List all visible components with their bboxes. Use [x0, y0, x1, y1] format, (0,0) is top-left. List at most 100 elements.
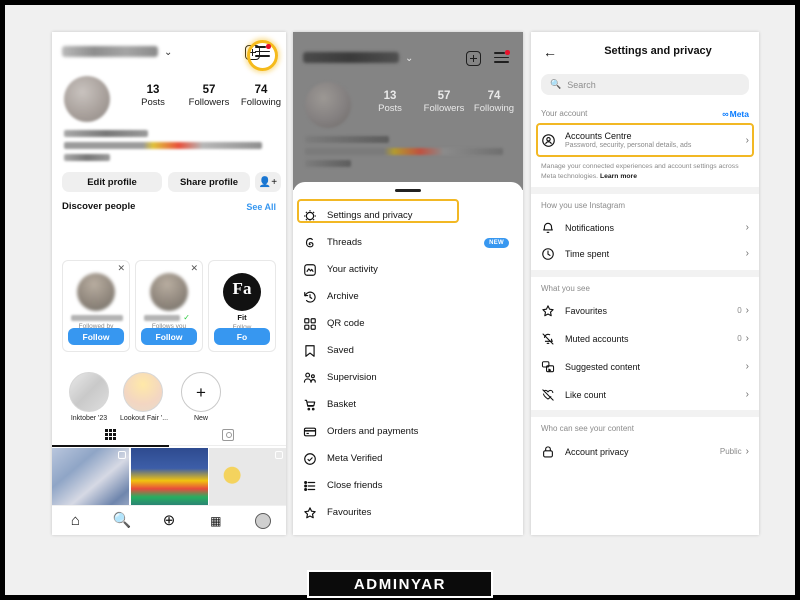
menu-item-label: Orders and payments [327, 426, 419, 437]
settings-row-value: Public [719, 447, 742, 456]
multi-photo-icon [275, 451, 283, 459]
nav-profile[interactable] [239, 512, 286, 529]
settings-row-accounts-centre[interactable]: Accounts Centre Password, security, pers… [531, 125, 759, 155]
search-icon: 🔍 [112, 512, 132, 529]
settings-row-like-count[interactable]: Like count › [531, 383, 759, 406]
settings-header: ← Settings and privacy [531, 32, 759, 72]
settings-row-sublabel: Password, security, personal details, ad… [565, 142, 692, 149]
settings-row-label: Like count [565, 389, 607, 400]
story-highlight-new[interactable]: + New [178, 372, 224, 422]
notification-dot [505, 50, 510, 55]
discover-card[interactable]: Fa Fit Follow Fo [208, 260, 276, 352]
hamburger-menu-icon[interactable] [255, 44, 271, 58]
menu-item-qr-code[interactable]: QR code [293, 310, 523, 337]
story-highlight[interactable]: Lookout Fair '... [120, 372, 168, 422]
profile-tabbar [52, 424, 286, 446]
menu-item-label: Close friends [327, 480, 383, 491]
hamburger-menu-icon[interactable] [494, 50, 510, 64]
close-icon[interactable]: ✕ [190, 263, 198, 274]
chevron-right-icon: › [745, 389, 749, 400]
menu-item-saved[interactable]: Saved [293, 337, 523, 364]
menu-item-label: Settings and privacy [327, 210, 413, 221]
story-highlight[interactable]: Inktober '23 [66, 372, 112, 422]
chevron-down-icon[interactable]: ⌄ [405, 54, 413, 64]
stat-posts[interactable]: 13 Posts [367, 90, 413, 114]
section-header-how-you-use-instagram: How you use Instagram [531, 197, 759, 214]
search-icon: 🔍 [550, 79, 562, 89]
profile-username-blurred [303, 52, 399, 63]
settings-row-label: Favourites [565, 305, 608, 316]
phone-screen-profile: ⌄ 13 Posts 57 Followers 74 Following Edi… [52, 32, 286, 535]
menu-item-favourites[interactable]: Favourites [293, 499, 523, 526]
edit-profile-button[interactable]: Edit profile [62, 172, 162, 192]
stat-followers-label: Followers [423, 103, 465, 114]
menu-item-settings-and-privacy[interactable]: Settings and privacy [293, 202, 523, 229]
learn-more-link[interactable]: Learn more [600, 173, 637, 180]
nav-home[interactable]: ⌂ [52, 513, 99, 528]
settings-row-notifications[interactable]: Notifications › [531, 216, 759, 239]
chevron-right-icon: › [745, 248, 749, 259]
discover-card[interactable]: ✕ ✓ Follows you Follow [135, 260, 203, 352]
stat-followers[interactable]: 57 Followers [421, 90, 467, 114]
suggested-content-icon [531, 360, 565, 374]
story-highlight-cover [123, 372, 163, 412]
star-icon [531, 304, 565, 318]
sheet-drag-handle[interactable] [395, 189, 421, 192]
chevron-down-icon[interactable]: ⌄ [164, 48, 172, 58]
home-icon: ⌂ [70, 512, 80, 529]
chevron-right-icon: › [745, 361, 749, 372]
settings-row-label: Accounts Centre [565, 131, 632, 141]
menu-item-label: Archive [327, 291, 359, 302]
stat-posts[interactable]: 13 Posts [130, 84, 176, 108]
bio-line-2 [64, 142, 262, 149]
settings-row-text: Accounts Centre Password, security, pers… [565, 131, 691, 149]
avatar[interactable] [64, 76, 110, 122]
avatar [254, 512, 271, 529]
muted-icon [531, 332, 565, 346]
nav-search[interactable]: 🔍 [99, 513, 146, 528]
menu-item-archive[interactable]: Archive [293, 283, 523, 310]
settings-row-suggested-content[interactable]: Suggested content › [531, 355, 759, 378]
settings-row-time-spent[interactable]: Time spent › [531, 242, 759, 265]
settings-row-muted-accounts[interactable]: Muted accounts 0 › [531, 327, 759, 350]
see-all-link[interactable]: See All [246, 202, 276, 212]
menu-item-close-friends[interactable]: Close friends [293, 472, 523, 499]
username-blurred [71, 315, 123, 321]
dimmed-profile-backdrop: ⌄ 13 Posts 57 Followers 74 Following [293, 32, 523, 190]
arrow-left-icon[interactable]: ← [543, 45, 557, 59]
settings-row-favourites[interactable]: Favourites 0 › [531, 299, 759, 322]
accounts-centre-icon [531, 133, 565, 148]
settings-row-label: Account privacy [565, 446, 629, 457]
menu-item-orders-and-payments[interactable]: Orders and payments [293, 418, 523, 445]
menu-item-your-activity[interactable]: Your activity [293, 256, 523, 283]
menu-item-threads[interactable]: Threads NEW [293, 229, 523, 256]
avatar[interactable] [305, 82, 351, 128]
menu-item-meta-verified[interactable]: Meta Verified [293, 445, 523, 472]
close-icon[interactable]: ✕ [117, 263, 125, 274]
share-profile-button[interactable]: Share profile [168, 172, 250, 192]
stat-posts-label: Posts [378, 103, 402, 114]
follow-button[interactable]: Fo [214, 328, 270, 345]
nav-reels[interactable]: ▦ [192, 515, 239, 527]
tab-grid[interactable] [52, 424, 169, 445]
nav-create[interactable]: ⊕ [146, 513, 193, 528]
screenshot-frame: ⌄ 13 Posts 57 Followers 74 Following Edi… [0, 0, 800, 600]
menu-item-supervision[interactable]: Supervision [293, 364, 523, 391]
menu-item-label: Favourites [327, 507, 372, 518]
follow-button[interactable]: Follow [68, 328, 124, 345]
section-divider [531, 410, 759, 417]
add-person-icon[interactable]: 👤+ [255, 172, 281, 192]
menu-item-basket[interactable]: Basket [293, 391, 523, 418]
tab-tagged[interactable] [169, 424, 286, 445]
stat-followers[interactable]: 57 Followers [186, 84, 232, 108]
chevron-right-icon: › [745, 305, 749, 316]
follow-button[interactable]: Follow [141, 328, 197, 345]
stat-following-label: Following [240, 97, 282, 108]
stat-following[interactable]: 74 Following [471, 90, 517, 114]
settings-row-account-privacy[interactable]: Account privacy Public › [531, 440, 759, 463]
profile-header: ⌄ [52, 32, 286, 71]
stat-following[interactable]: 74 Following [238, 84, 284, 108]
search-input[interactable]: 🔍 Search [541, 74, 749, 95]
new-post-icon[interactable] [466, 51, 481, 66]
discover-card[interactable]: ✕ Followed by Follow [62, 260, 130, 352]
